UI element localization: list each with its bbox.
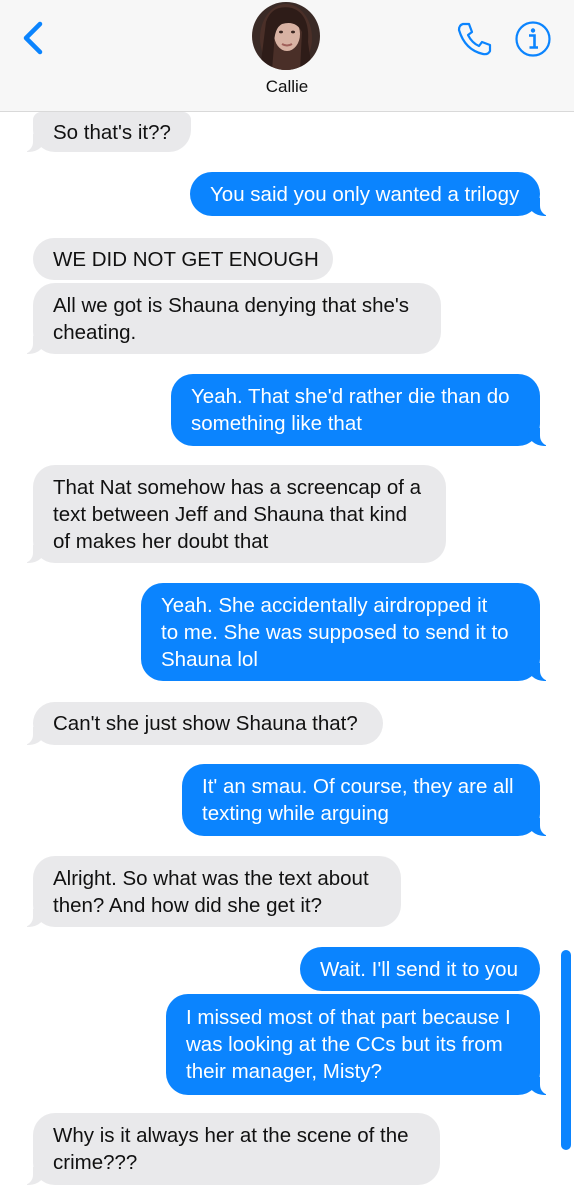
message-text: Wait. I'll send it to you bbox=[320, 957, 518, 981]
phone-icon[interactable] bbox=[455, 20, 493, 58]
outgoing-message[interactable]: It' an smau. Of course, they are all text… bbox=[182, 764, 550, 836]
incoming-message[interactable]: Why is it always her at the scene of the… bbox=[23, 1113, 440, 1185]
incoming-message[interactable]: Alright. So what was the text about then?… bbox=[23, 856, 401, 927]
message-text: It' an smau. Of course, they are all text… bbox=[202, 775, 514, 825]
message-text: I missed most of that part because Iwas … bbox=[186, 1006, 511, 1083]
incoming-message[interactable]: That Nat somehow has a screencap of a tex… bbox=[23, 465, 446, 563]
message-text: You said you only wanted a trilogy bbox=[210, 182, 520, 206]
incoming-message[interactable]: All we got is Shauna denying that she's c… bbox=[23, 283, 441, 354]
message-text: Yeah. That she'd rather die than do somet… bbox=[191, 385, 510, 435]
message-text: That Nat somehow has a screencap of a tex… bbox=[53, 475, 422, 553]
contact-name[interactable]: Callie bbox=[0, 77, 574, 97]
message-text: So that's it?? bbox=[53, 120, 171, 144]
conversation-header: Callie bbox=[0, 0, 574, 112]
outgoing-message[interactable]: You said you only wanted a trilogy bbox=[190, 172, 550, 216]
scrollbar[interactable] bbox=[561, 950, 571, 1150]
incoming-message[interactable]: WE DID NOT GET ENOUGH bbox=[33, 238, 333, 280]
message-text: All we got is Shauna denying that she's c… bbox=[53, 293, 410, 344]
message-text: Yeah. She accidentally airdropped it to m… bbox=[161, 593, 509, 671]
message-text: Alright. So what was the text about then?… bbox=[53, 866, 369, 917]
info-icon[interactable] bbox=[514, 20, 552, 58]
outgoing-message[interactable]: Yeah. She accidentally airdropped it to m… bbox=[141, 583, 550, 681]
incoming-message[interactable]: So that's it?? bbox=[23, 112, 191, 152]
incoming-message[interactable]: Can't she just show Shauna that? bbox=[23, 702, 383, 745]
message-text: Can't she just show Shauna that? bbox=[53, 712, 358, 735]
avatar[interactable] bbox=[252, 2, 320, 70]
chevron-left-icon[interactable] bbox=[18, 20, 52, 56]
outgoing-message[interactable]: I missed most of that part because Iwas … bbox=[166, 994, 550, 1095]
outgoing-message[interactable]: Wait. I'll send it to you bbox=[300, 947, 540, 991]
outgoing-message[interactable]: Yeah. That she'd rather die than do somet… bbox=[171, 374, 550, 446]
message-text: WE DID NOT GET ENOUGH bbox=[53, 247, 319, 271]
message-text: Why is it always her at the scene of the… bbox=[53, 1124, 409, 1174]
